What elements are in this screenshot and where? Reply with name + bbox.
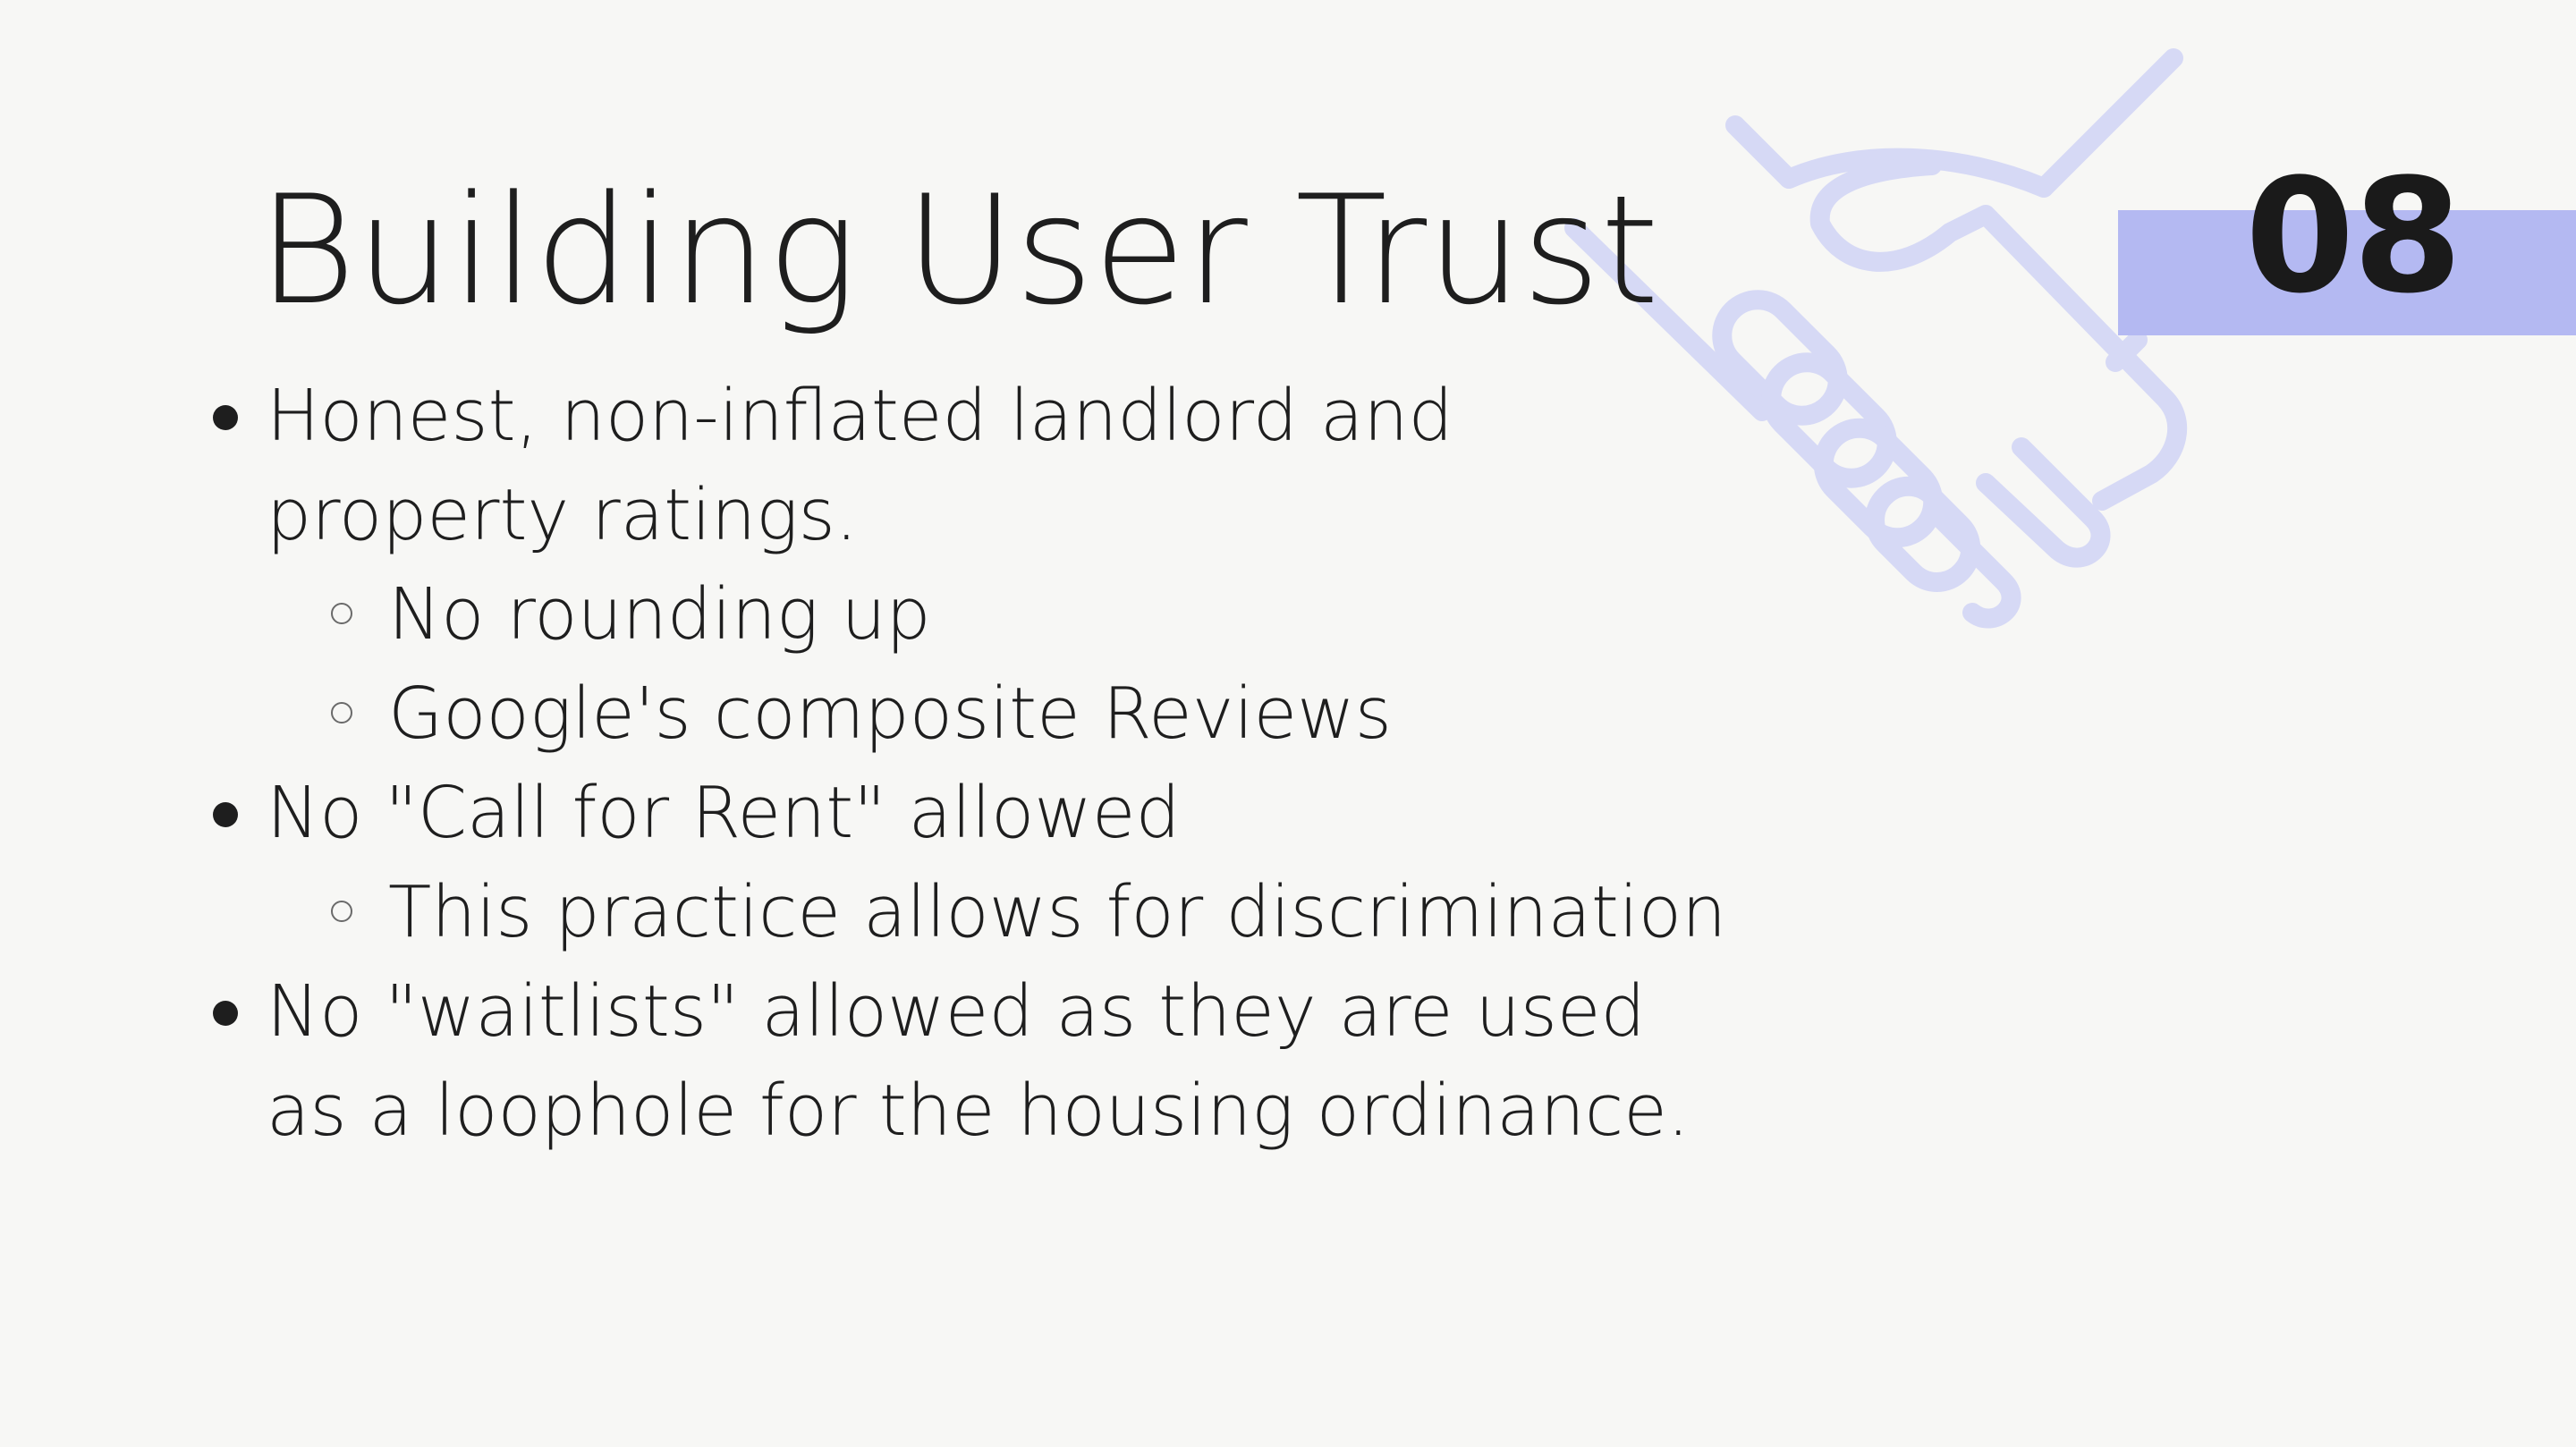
slide-number: 08 bbox=[2245, 145, 2462, 328]
bullet-text: No "Call for Rent" allowed bbox=[267, 772, 1181, 854]
slide-content: Honest, non-inflated landlord and proper… bbox=[213, 367, 1733, 1161]
bullet-list: Honest, non-inflated landlord and proper… bbox=[213, 367, 1733, 1161]
subbullet-item: No rounding up bbox=[331, 565, 1733, 664]
bullet-item: Honest, non-inflated landlord and proper… bbox=[213, 367, 1733, 764]
slide-title: Building User Trust bbox=[258, 163, 1660, 338]
bullet-text: Honest, non-inflated landlord and proper… bbox=[267, 375, 1453, 556]
subbullet-item: Google's composite Reviews bbox=[331, 664, 1733, 764]
subbullet-list: No rounding up Google's composite Review… bbox=[267, 565, 1733, 764]
subbullet-list: This practice allows for discrimination bbox=[267, 863, 1733, 962]
bullet-item: No "Call for Rent" allowed This practice… bbox=[213, 764, 1733, 962]
slide: 08 Building User Trust Honest, non-infla… bbox=[0, 0, 2576, 1447]
subbullet-item: This practice allows for discrimination bbox=[331, 863, 1733, 962]
bullet-text: No "waitlists" allowed as they are used … bbox=[267, 970, 1690, 1152]
bullet-item: No "waitlists" allowed as they are used … bbox=[213, 962, 1733, 1161]
